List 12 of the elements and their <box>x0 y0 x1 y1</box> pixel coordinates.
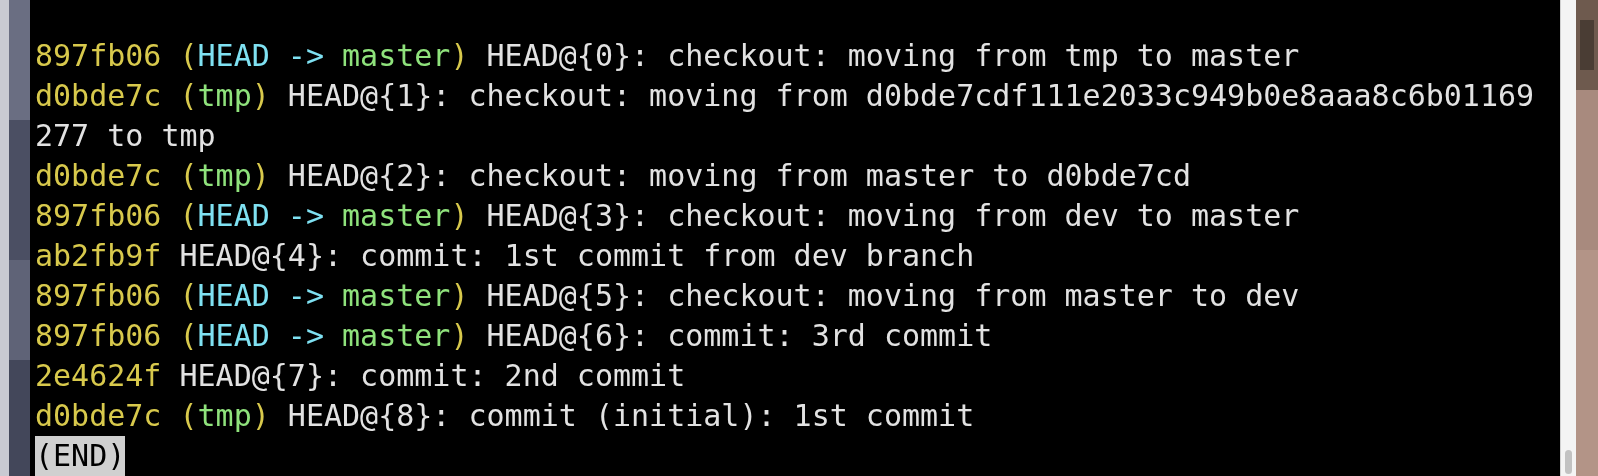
terminal-line: d0bde7c (tmp) HEAD@{1}: checkout: moving from d0bde7cdf111e2033c949b0e8aaa8c6b01169 <box>35 77 1535 115</box>
pager-prompt: (END) <box>35 436 126 476</box>
terminal-line: 277 to tmp <box>35 117 216 155</box>
terminal-line: 897fb06 (HEAD -> master) HEAD@{0}: checkout: moving from tmp to master <box>35 37 1300 75</box>
terminal-line: 2e4624f HEAD@{7}: commit: 2nd commit <box>35 357 686 395</box>
scrollbar-thumb[interactable] <box>1565 450 1572 474</box>
terminal-line: 897fb06 (HEAD -> master) HEAD@{6}: commit: 3rd commit <box>35 317 993 355</box>
terminal-line: d0bde7c (tmp) HEAD@{2}: checkout: moving from master to d0bde7cd <box>35 157 1191 195</box>
terminal-line: d0bde7c (tmp) HEAD@{8}: commit (initial): 1st commit <box>35 397 975 435</box>
terminal-line: 897fb06 (HEAD -> master) HEAD@{5}: checkout: moving from master to dev <box>35 277 1300 315</box>
terminal-line: 897fb06 (HEAD -> master) HEAD@{3}: checkout: moving from dev to master <box>35 197 1300 235</box>
terminal-line: ab2fb9f HEAD@{4}: commit: 1st commit from dev branch <box>35 237 975 275</box>
